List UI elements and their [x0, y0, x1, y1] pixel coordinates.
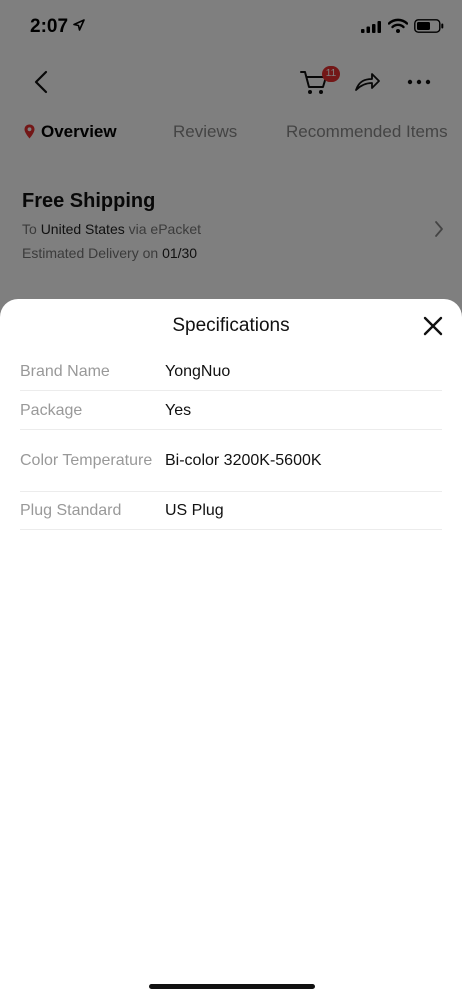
spec-key: Plug Standard [20, 502, 122, 519]
spec-value: US Plug [165, 502, 224, 519]
spec-row: Plug Standard US Plug [20, 492, 442, 530]
close-icon[interactable] [422, 315, 444, 337]
spec-value: Bi-color 3200K-5600K [165, 452, 322, 469]
spec-row: Brand Name YongNuo [20, 353, 442, 391]
spec-key: Color Temperature [20, 452, 153, 469]
spec-key: Package [20, 401, 83, 419]
spec-key: Brand Name [20, 363, 110, 380]
spec-row: Package Yes [20, 391, 442, 430]
specifications-sheet: Specifications Brand Name YongNuo Packag… [0, 299, 462, 1000]
spec-table: Brand Name YongNuo Package Yes Color Tem… [20, 353, 442, 530]
home-indicator[interactable] [149, 984, 315, 989]
sheet-title: Specifications [172, 315, 290, 336]
spec-row: Color Temperature Bi-color 3200K-5600K [20, 430, 442, 492]
spec-value: Yes [165, 401, 192, 419]
spec-value: YongNuo [165, 363, 231, 380]
